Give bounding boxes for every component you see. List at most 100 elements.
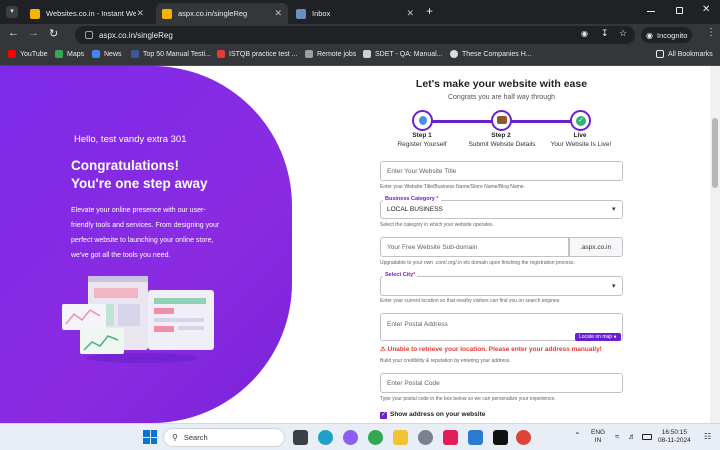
show-address-checkbox[interactable]: ✓	[380, 412, 387, 419]
tab-websites[interactable]: Websites.co.in - Instant Website ✕	[24, 3, 150, 24]
chevron-down-icon: ▾	[612, 206, 616, 213]
bookmark-maps[interactable]: Maps	[55, 50, 84, 58]
start-windows-icon[interactable]	[143, 430, 157, 444]
notifications-icon[interactable]: ☷	[704, 432, 711, 441]
folder-icon	[305, 50, 313, 58]
search-icon: ⚲	[172, 433, 178, 442]
bookmark-label: ISTQB practice test ...	[229, 50, 298, 58]
pycharm-icon[interactable]	[493, 430, 508, 445]
folder-icon	[656, 50, 664, 58]
bookmark-sdet[interactable]: SDET - QA: Manual...	[363, 50, 443, 58]
bookmark-top50[interactable]: Top 50 Manual Testi...	[131, 50, 211, 58]
address-help: Build your credibility & reputation by e…	[380, 358, 511, 364]
user-icon	[419, 116, 427, 125]
taskbar-search-box[interactable]: ⚲ Search	[163, 428, 285, 447]
scrollbar-thumb[interactable]	[712, 118, 718, 188]
step-2-title: Step 2	[491, 132, 511, 139]
subdomain-input[interactable]: Your Free Website Sub-domain	[380, 237, 569, 257]
all-bookmarks[interactable]: All Bookmarks	[656, 50, 713, 58]
minimize-icon[interactable]	[647, 11, 655, 12]
postal-code-help: Type your postal code in the box below s…	[380, 396, 556, 402]
form-heading: Let's make your website with ease	[415, 78, 588, 90]
website-title-placeholder: Enter Your Website Title	[387, 168, 457, 175]
vscode-icon[interactable]	[468, 430, 483, 445]
close-tab-icon[interactable]: ✕	[406, 8, 414, 19]
language-text: ENG	[591, 429, 606, 436]
page-content: Hello, test vandy extra 301 Congratulati…	[0, 66, 710, 423]
check-icon: ✓	[576, 116, 586, 126]
bookmark-label: Maps	[67, 50, 85, 58]
aspx-favicon-icon	[162, 8, 172, 19]
show-address-label[interactable]: Show address on your website	[390, 411, 485, 418]
tab-title: aspx.co.in/singleReg	[178, 9, 248, 18]
address-placeholder: Enter Postal Address	[387, 321, 448, 328]
forward-icon[interactable]: →	[28, 27, 39, 39]
bookmark-remote-jobs[interactable]: Remote jobs	[305, 50, 356, 58]
hero-headline-2: You're one step away	[71, 176, 208, 191]
bookmark-label: Remote jobs	[317, 50, 357, 58]
subdomain-help: Upgradable to your own .com/.org/.in etc…	[380, 260, 575, 266]
postal-code-placeholder: Enter Postal Code	[387, 380, 440, 387]
bookmark-star-icon[interactable]: ☆	[619, 28, 627, 39]
dashboard-illustration	[62, 276, 214, 363]
back-icon[interactable]: ←	[8, 27, 19, 39]
more-menu-icon[interactable]: ⋮	[706, 27, 716, 38]
reload-icon[interactable]: ↻	[49, 27, 58, 40]
tab-inbox[interactable]: Inbox ✕	[290, 3, 420, 24]
chrome-taskbar-icon[interactable]	[368, 430, 383, 445]
task-view-icon[interactable]	[293, 430, 308, 445]
map-pin-icon: ●	[613, 334, 617, 340]
site-info-icon[interactable]	[85, 31, 93, 39]
business-category-select[interactable]: LOCAL BUSINESS ▾	[380, 200, 623, 219]
bookmark-companies[interactable]: These Companies H...	[450, 50, 532, 58]
tray-chevron-icon[interactable]: ⌃	[574, 431, 581, 440]
settings-icon[interactable]	[418, 430, 433, 445]
subdomain-placeholder: Your Free Website Sub-domain	[387, 244, 478, 251]
locate-on-map-button[interactable]: Locate on map ●	[575, 333, 621, 341]
city-help: Enter your current location so that near…	[380, 298, 561, 304]
address-error-text: Unable to retrieve your location. Please…	[387, 346, 602, 353]
incognito-label: Incognito	[656, 30, 688, 40]
tab-singlereg[interactable]: aspx.co.in/singleReg ✕	[156, 3, 288, 24]
bookmark-label: These Companies H...	[462, 50, 532, 58]
wifi-icon[interactable]: ≈	[615, 432, 619, 441]
tab-search-menu-icon[interactable]: ▾	[6, 6, 18, 18]
eye-off-icon[interactable]: ◉	[581, 29, 588, 38]
download-icon[interactable]: ↧	[601, 28, 609, 39]
greeting-text: Hello, test vandy extra 301	[74, 134, 187, 145]
battery-icon[interactable]	[642, 434, 652, 440]
website-title-field[interactable]: Enter Your Website Title	[380, 161, 623, 181]
incognito-chip[interactable]: ◉ Incognito	[641, 27, 693, 43]
city-select[interactable]: ▾	[380, 276, 623, 296]
close-tab-icon[interactable]: ✕	[274, 8, 282, 19]
step-3-label: Your Website Is Live!	[550, 141, 612, 148]
close-window-icon[interactable]: ✕	[702, 4, 710, 15]
address-bar[interactable]: aspx.co.in/singleReg ◉ ↧ ☆	[75, 26, 635, 44]
globe-icon	[450, 50, 458, 58]
edge-icon[interactable]	[318, 430, 333, 445]
language-indicator[interactable]: ENG IN	[591, 429, 605, 445]
close-tab-icon[interactable]: ✕	[136, 8, 144, 19]
bookmark-label: SDET - QA: Manual...	[375, 50, 443, 58]
step-2-label: Submit Website Details	[468, 141, 536, 148]
file-explorer-icon[interactable]	[393, 430, 408, 445]
hero-headline-1: Congratulations!	[71, 158, 179, 173]
speaker-icon[interactable]: ♬	[628, 432, 636, 441]
restore-icon[interactable]	[676, 7, 683, 14]
clock[interactable]: 16:50:15 08-11-2024	[658, 429, 691, 445]
bookmark-youtube[interactable]: YouTube	[8, 50, 48, 58]
chrome-alt-icon[interactable]	[516, 430, 531, 445]
new-tab-button[interactable]: +	[426, 4, 433, 18]
bookmarks-bar: YouTube Maps News Top 50 Manual Testi...…	[0, 46, 720, 66]
category-label: Business Category *	[383, 196, 441, 202]
news-icon	[92, 50, 100, 58]
bookmark-istqb[interactable]: ISTQB practice test ...	[217, 50, 297, 58]
chevron-down-icon: ▾	[612, 283, 616, 290]
postal-code-input[interactable]: Enter Postal Code	[380, 373, 623, 393]
copilot-icon[interactable]	[343, 430, 358, 445]
slack-icon[interactable]	[443, 430, 458, 445]
bookmark-news[interactable]: News	[92, 50, 122, 58]
hero-body: Elevate your online presence with our us…	[71, 207, 220, 259]
maps-icon	[55, 50, 63, 58]
date-text: 08-11-2024	[658, 437, 691, 444]
